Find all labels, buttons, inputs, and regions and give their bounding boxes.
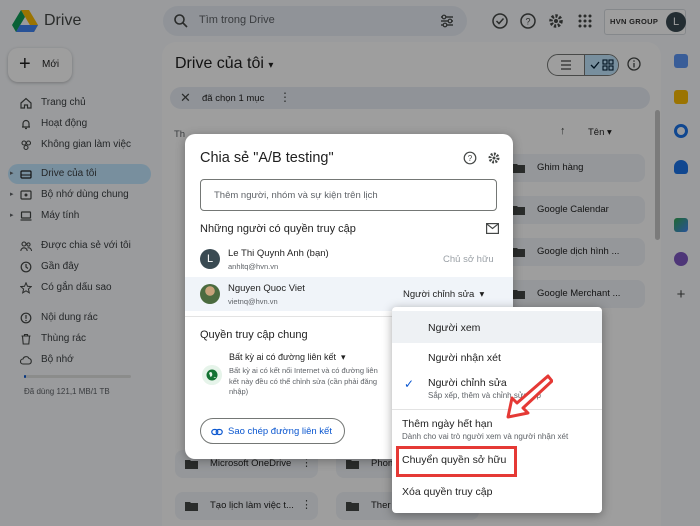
- person-name: Nguyen Quoc Viet: [228, 283, 305, 294]
- role-menu: Người xem Người nhận xét ✓ Người chỉnh s…: [392, 307, 602, 513]
- person-name: Le Thi Quynh Anh (bạn): [228, 248, 329, 259]
- svg-text:?: ?: [468, 154, 473, 163]
- menu-item-remove-access[interactable]: Xóa quyền truy cập: [392, 486, 602, 506]
- menu-item-label: Xóa quyền truy cập: [402, 486, 493, 498]
- add-people-input[interactable]: Thêm người, nhóm và sự kiện trên lịch: [200, 179, 497, 211]
- general-access-description: Bất kỳ ai có kết nối Internet và có đườn…: [229, 366, 378, 396]
- settings-icon[interactable]: [487, 151, 501, 165]
- dropdown-arrow-icon: ▾: [479, 289, 485, 300]
- avatar: L: [200, 249, 220, 269]
- menu-item-add-expiration[interactable]: Thêm ngày hết hạn Dành cho vai trò người…: [392, 418, 602, 446]
- menu-item-commenter[interactable]: Người nhận xét: [392, 352, 602, 372]
- annotation-arrow-icon: [506, 374, 553, 419]
- role-select[interactable]: Người chỉnh sửa ▾: [403, 289, 484, 300]
- general-access-select[interactable]: Bất kỳ ai có đường liên kết ▾: [229, 352, 346, 363]
- general-access-value: Bất kỳ ai có đường liên kết: [229, 352, 336, 362]
- link-icon: [211, 428, 223, 436]
- people-section-title: Những người có quyền truy cập: [200, 223, 356, 235]
- menu-item-label: Người xem: [428, 322, 481, 334]
- menu-item-editor[interactable]: ✓ Người chỉnh sửa Sắp xếp, thêm và chỉnh…: [392, 377, 602, 405]
- menu-item-viewer[interactable]: Người xem: [392, 322, 602, 342]
- copy-link-label: Sao chép đường liên kết: [228, 426, 332, 437]
- globe-icon: [202, 365, 222, 385]
- add-people-placeholder: Thêm người, nhóm và sự kiện trên lịch: [214, 190, 378, 201]
- menu-item-description: Dành cho vai trò người xem và người nhận…: [402, 432, 569, 441]
- dialog-title: Chia sẻ "A/B testing": [200, 150, 334, 166]
- menu-item-label: Thêm ngày hết hạn: [402, 418, 493, 430]
- avatar: [200, 284, 220, 304]
- copy-link-button[interactable]: Sao chép đường liên kết: [200, 418, 345, 444]
- general-access-title: Quyền truy cập chung: [200, 329, 308, 341]
- check-icon: ✓: [404, 377, 415, 391]
- person-email: anhltq@hvn.vn: [228, 262, 279, 271]
- person-row: L Le Thi Quynh Anh (bạn) anhltq@hvn.vn C…: [200, 245, 500, 279]
- dropdown-arrow-icon: ▾: [341, 352, 346, 362]
- menu-item-label: Người nhận xét: [428, 352, 501, 364]
- mail-icon[interactable]: [486, 223, 499, 234]
- person-email: vietnq@hvn.vn: [228, 297, 278, 306]
- menu-item-label: Người chỉnh sửa: [428, 377, 507, 389]
- help-icon[interactable]: ?: [463, 151, 477, 165]
- owner-role: Chủ sở hữu: [443, 254, 494, 265]
- role-select-value: Người chỉnh sửa: [403, 289, 475, 300]
- annotation-highlight-box: [396, 446, 517, 477]
- menu-divider: [392, 409, 602, 410]
